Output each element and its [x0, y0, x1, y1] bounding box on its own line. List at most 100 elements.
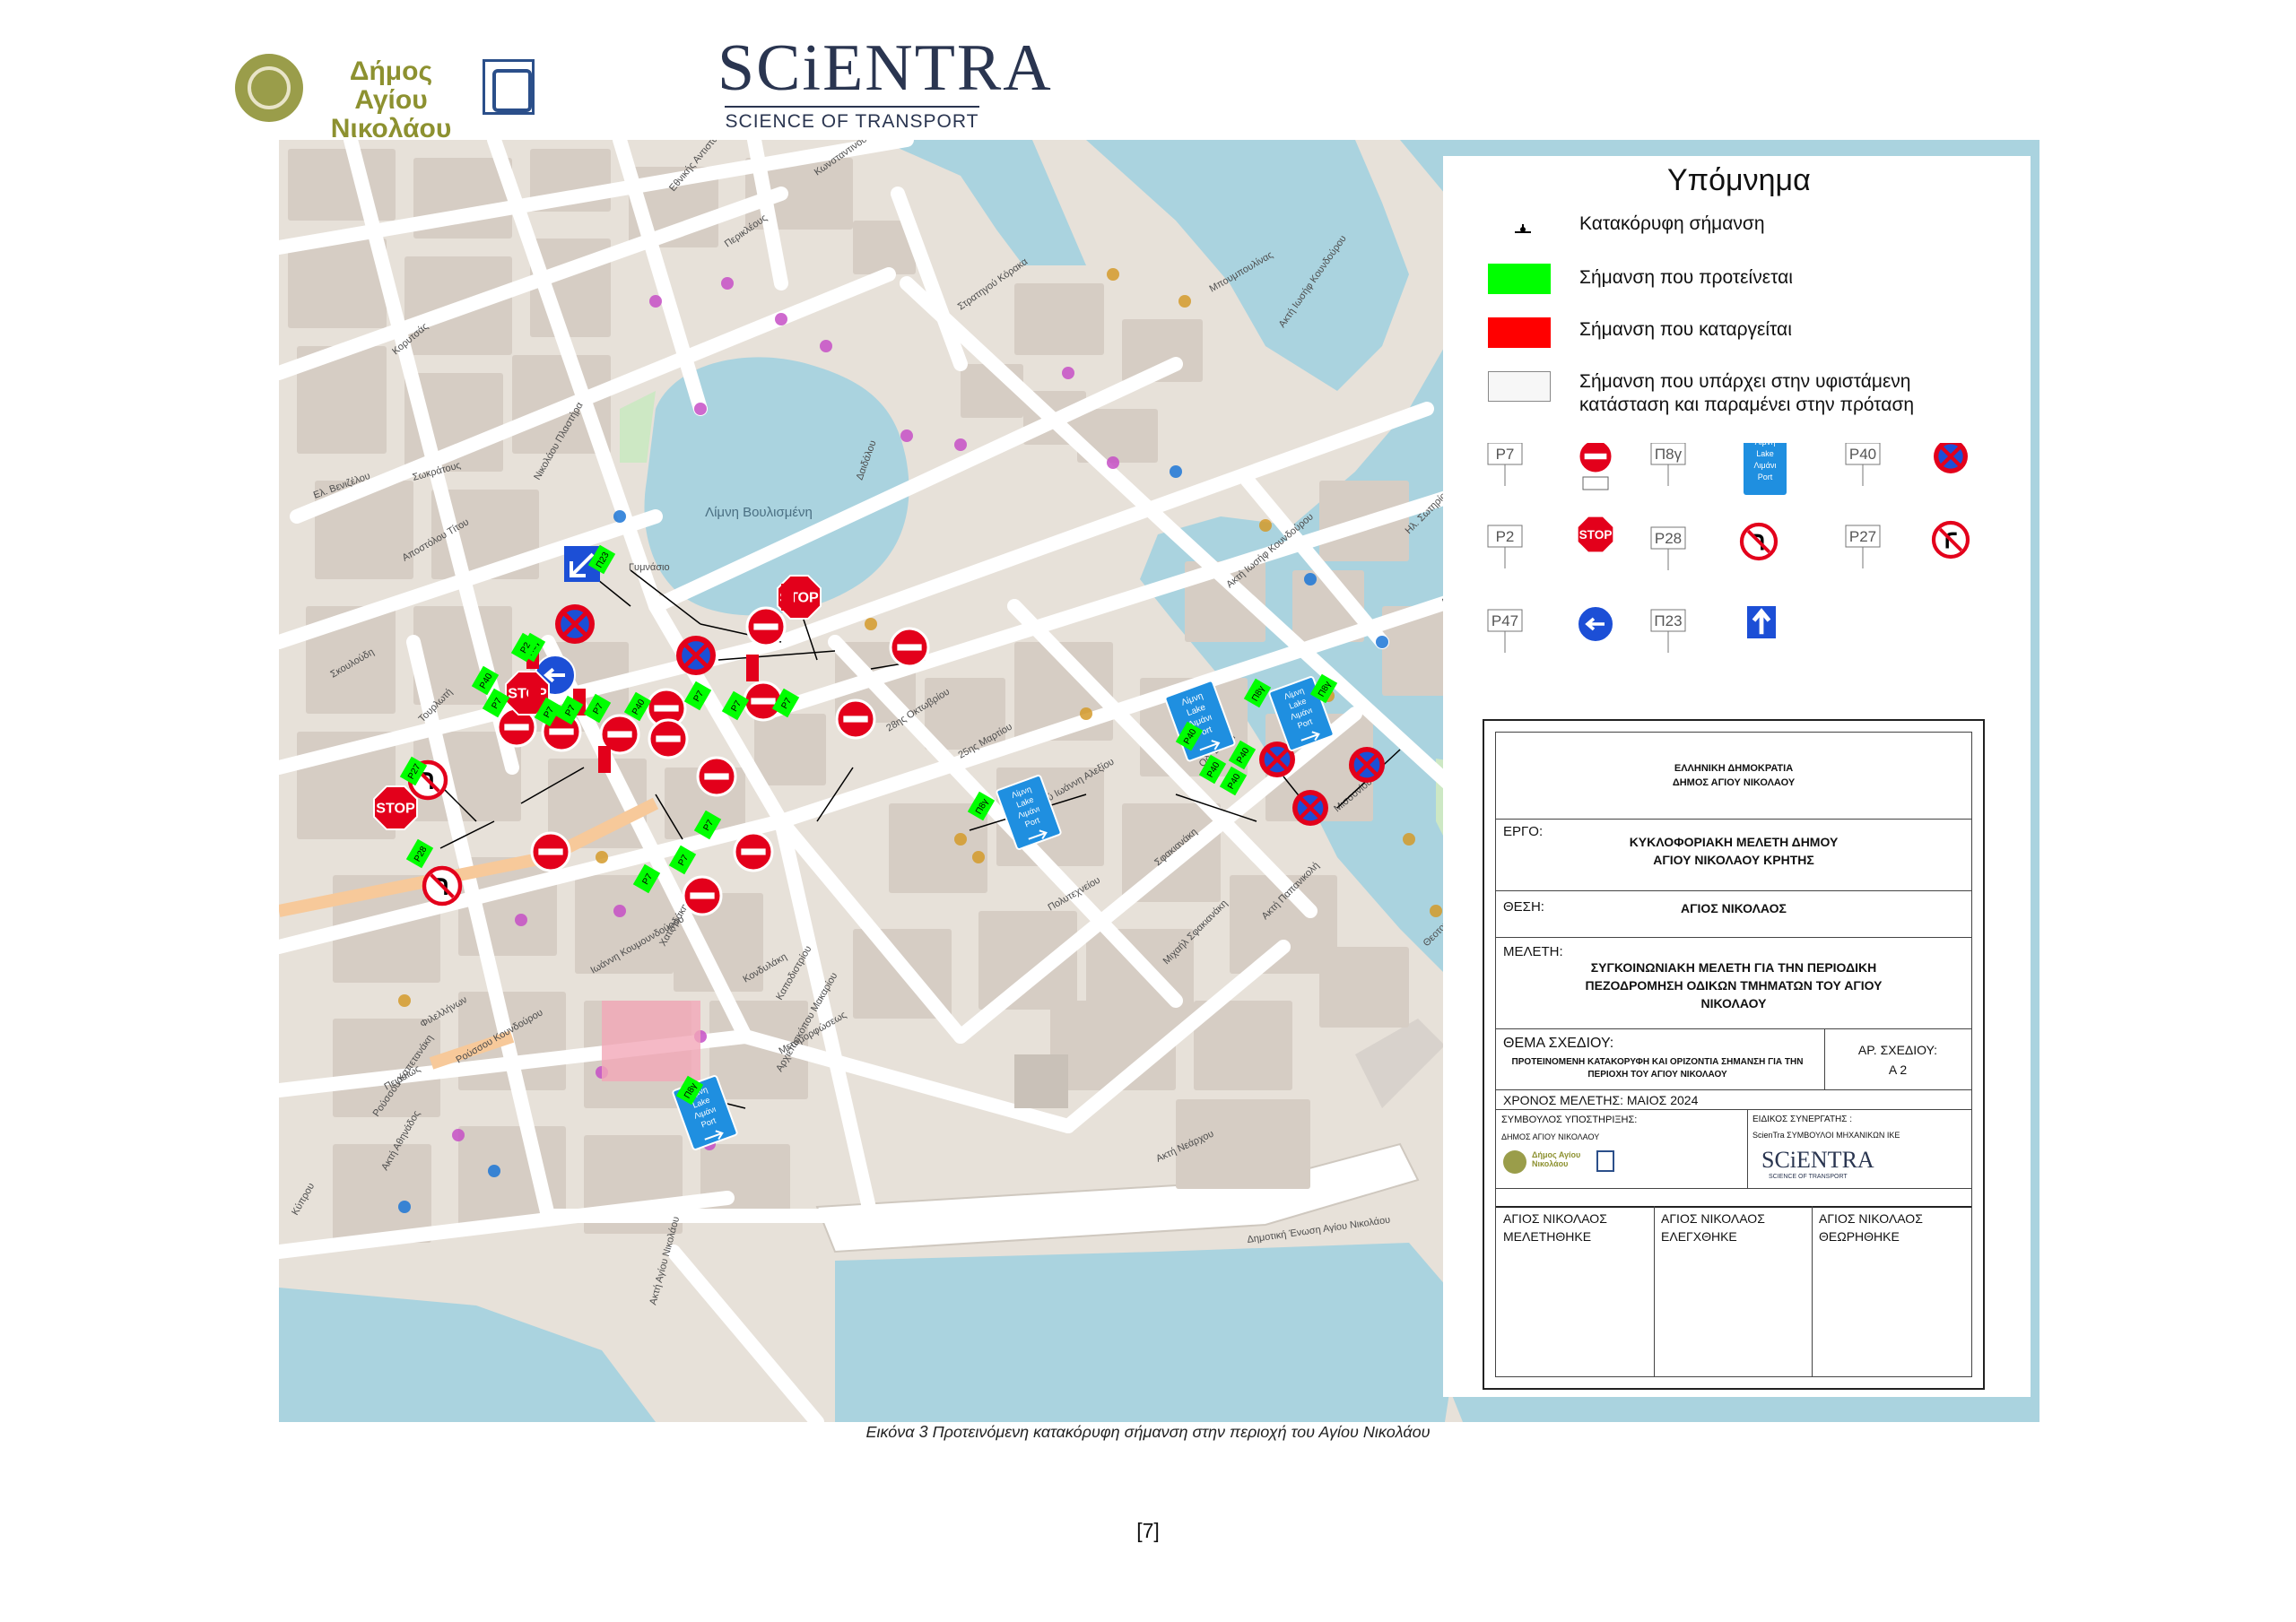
signature-approved-line-2: ΘΕΩΡΗΘΗΚΕ [1819, 1229, 1900, 1244]
divider [1747, 1109, 1748, 1188]
signature-approved-line-1: ΑΓΙΟΣ ΝΙΚΟΛΑΟΣ [1819, 1211, 1923, 1226]
map-sign [889, 627, 930, 668]
scientra-logo: SCiENTRA SCIENCE OF TRANSPORT [718, 31, 1053, 136]
map-sign [745, 606, 787, 647]
legend-sign-code-text: Ρ47 [1492, 612, 1518, 629]
removed-sign-marker [746, 655, 759, 681]
sea-harbour [835, 1243, 1463, 1422]
legend-sign-code-text: Ρ40 [1849, 446, 1876, 463]
poi-marker [1062, 367, 1074, 379]
map-sign [1349, 747, 1385, 783]
legend-plate [1582, 476, 1609, 490]
poi-marker [865, 618, 877, 630]
legend-panel: Υπόμνημα Κατακόρυφη σήμανση Σήμανση που … [1443, 156, 2031, 1397]
no-entry-bar [654, 705, 679, 712]
no-entry-bar [656, 735, 681, 742]
poi-marker [1304, 573, 1317, 585]
scientra-logo-wordmark: SCiENTRA [718, 31, 1053, 105]
legend-port-text: Λίμνη [1755, 443, 1776, 447]
support-label: ΣΥΜΒΟΥΛΟΣ ΥΠΟΣΤΗΡΙΞΗΣ: [1501, 1115, 1638, 1125]
title-block: ΕΛΛΗΝΙΚΗ ΔΗΜΟΚΡΑΤΙΑ ΔΗΜΟΣ ΑΓΙΟΥ ΝΙΚΟΛΑΟΥ… [1483, 719, 1985, 1390]
poi-marker [398, 1201, 411, 1213]
study-label: ΜΕΛΕΤΗ: [1503, 944, 1563, 959]
figure-caption: Εικόνα 3 Προτεινόμενη κατακόρυφη σήμανση… [865, 1423, 1431, 1441]
map-sign [696, 756, 737, 797]
signature-studied-line-1: ΑΓΙΟΣ ΝΙΚΟΛΑΟΣ [1503, 1211, 1607, 1226]
no-entry-bar [1584, 453, 1607, 460]
stop-text: STOP [376, 801, 415, 817]
poi-marker [452, 1129, 465, 1141]
no-entry-bar [753, 623, 778, 630]
municipality-seal-icon [235, 54, 303, 122]
study-line-1: ΣΥΓΚΟΙΝΩΝΙΑΚΗ ΜΕΛΕΤΗ ΓΙΑ ΤΗΝ ΠΕΡΙΟΔΙΚΗ [1590, 960, 1877, 975]
legend-sign-code-text: Π23 [1654, 612, 1682, 629]
legend-sign-code-text: Ρ7 [1496, 446, 1515, 463]
poi-marker [1178, 295, 1191, 308]
poi-marker [649, 295, 662, 308]
divider [1812, 1206, 1813, 1376]
city-block [333, 1144, 431, 1243]
partner-name: ScienTra ΣΥΜΒΟΥΛΟΙ ΜΗΧΑΝΙΚΩΝ ΙΚΕ [1752, 1131, 1900, 1140]
study-line-3: ΝΙΚΟΛΑΟΥ [1700, 996, 1767, 1010]
partner-label: ΕΙΔΙΚΟΣ ΣΥΝΕΡΓΑΤΗΣ : [1752, 1115, 1853, 1124]
poi-marker [972, 851, 985, 863]
municipality-logo: Δήμος Αγίου Νικολάου [235, 52, 540, 143]
removed-sign-marker [781, 584, 794, 611]
map-sign [422, 865, 463, 906]
legend-port-text: Lake [1756, 449, 1774, 458]
legend-existing-label-1: Σήμανση που υπάρχει στην υφιστάμενη [1579, 371, 1911, 392]
legend-proposed-swatch [1488, 264, 1551, 294]
no-entry-bar [504, 724, 529, 731]
poi-marker [1107, 456, 1119, 469]
map-sign [555, 604, 595, 644]
meander-pattern-icon [483, 59, 535, 115]
legend-port-text: Λιμάνι [1754, 461, 1777, 470]
map-sign [648, 718, 689, 759]
divider [1824, 1028, 1825, 1089]
city-block [1014, 283, 1104, 355]
city-block [754, 714, 826, 785]
no-entry-bar [751, 698, 776, 705]
study-line-2: ΠΕΖΟΔΡΟΜΗΣΗ ΟΔΙΚΩΝ ΤΜΗΜΑΤΩΝ ΤΟΥ ΑΓΙΟΥ [1585, 978, 1883, 993]
poi-marker [1170, 465, 1182, 478]
divider [1496, 1028, 1971, 1029]
legend-vertical-signage: Κατακόρυφη σήμανση [1579, 213, 1765, 234]
poi-marker [1259, 519, 1272, 532]
legend-sign-catalog: Ρ7 Π8γ Λίμνη Lake Λιμάνι Port Ρ40 Ρ2 STOP Ρ28 Ρ27 Ρ… [1487, 443, 1970, 653]
poi-marker [1080, 707, 1092, 720]
legend-sign-code-text: Ρ2 [1496, 528, 1515, 545]
signature-checked-line-2: ΕΛΕΓΧΘΗΚΕ [1661, 1229, 1737, 1244]
municipality-logo-text: Δήμος Αγίου Νικολάου [330, 56, 452, 143]
authority-line-2: ΔΗΜΟΣ ΑΓΙΟΥ ΝΙΚΟΛΑΟΥ [1672, 777, 1796, 788]
location-value: ΑΓΙΟΣ ΝΙΚΟΛΑΟΣ [1681, 901, 1787, 915]
map-sign [676, 636, 716, 675]
project-line-2: ΑΓΙΟΥ ΝΙΚΟΛΑΟΥ ΚΡΗΤΗΣ [1653, 853, 1814, 867]
support-name: ΔΗΜΟΣ ΑΓΙΟΥ ΝΙΚΟΛΑΟΥ [1501, 1132, 1600, 1141]
legend-port-text: Port [1758, 473, 1773, 481]
legend-sign-code-text: Ρ27 [1849, 528, 1876, 545]
support-pattern-icon [1596, 1150, 1614, 1172]
poi-marker [596, 851, 608, 863]
poi-marker [721, 277, 734, 290]
no-entry-bar [538, 848, 563, 855]
removed-sign-marker [528, 681, 541, 707]
legend-sign-code-text: Π8γ [1655, 446, 1683, 463]
city-block [288, 149, 396, 221]
poi-marker [820, 340, 832, 352]
divider [1496, 937, 1971, 938]
drawing-subject-line-2: ΠΕΡΙΟΧΗ ΤΟΥ ΑΓΙΟΥ ΝΙΚΟΛΑΟΥ [1587, 1070, 1727, 1080]
drawing-subject-line-1: ΠΡΟΤΕΙΝΟΜΕΝΗ ΚΑΤΑΚΟΡΥΦΗ ΚΑΙ ΟΡΙΖΟΝΤΙΑ ΣΗ… [1511, 1057, 1804, 1067]
no-entry-bar [843, 716, 868, 723]
poi-marker [515, 914, 527, 926]
poi-marker [900, 429, 913, 442]
poi-marker [954, 438, 967, 451]
page-number: [7] [1136, 1519, 1160, 1542]
no-entry-bar [607, 731, 632, 738]
city-block [889, 803, 987, 893]
scientra-logo-tagline: SCIENCE OF TRANSPORT [725, 111, 979, 132]
legend-existing-swatch [1488, 371, 1551, 402]
divider [1654, 1206, 1655, 1376]
poi-marker [775, 313, 787, 325]
logo-rule [725, 106, 979, 108]
street-label: Γυμνάσιο [629, 562, 670, 573]
